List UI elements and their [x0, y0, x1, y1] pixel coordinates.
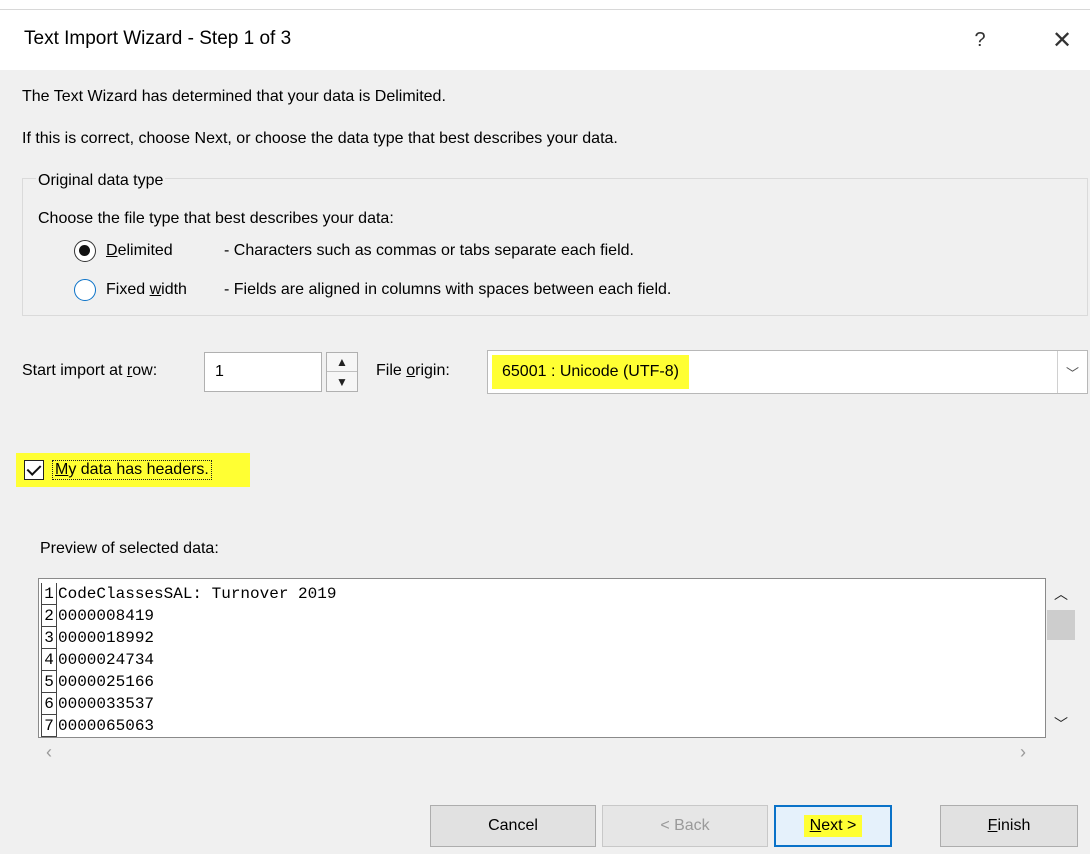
- preview-row: 6 0000033537: [41, 693, 154, 715]
- next-button-label: Next >: [803, 815, 863, 837]
- start-row-label: Start import at row:: [22, 362, 158, 379]
- intro-text: The Text Wizard has determined that your…: [22, 88, 446, 105]
- chevron-right-icon[interactable]: ›: [1020, 742, 1026, 763]
- row-number: 2: [41, 605, 57, 627]
- radio-fixed-width[interactable]: Fixed width - Fields are aligned in colu…: [74, 279, 671, 301]
- radio-delimited-indicator[interactable]: [74, 240, 96, 262]
- preview-row: 4 0000024734: [41, 649, 154, 671]
- row-text: CodeClassesSAL: Turnover 2019: [58, 585, 337, 603]
- radio-fixed-width-label: Fixed width: [106, 281, 187, 298]
- row-number: 1: [41, 583, 57, 605]
- dialog-title: Text Import Wizard - Step 1 of 3: [24, 28, 292, 49]
- background-window-strip: [0, 0, 1090, 10]
- spinner-down-icon[interactable]: ▼: [327, 372, 357, 391]
- chevron-down-icon[interactable]: ﹀: [1057, 351, 1087, 393]
- row-text: 0000018992: [58, 629, 155, 647]
- chevron-up-icon[interactable]: ︿: [1046, 582, 1076, 606]
- row-text: 0000025166: [58, 673, 155, 691]
- cancel-button[interactable]: Cancel: [430, 805, 596, 847]
- group-legend: Original data type: [36, 172, 166, 190]
- chevron-left-icon[interactable]: ‹: [46, 742, 52, 763]
- scrollbar-thumb[interactable]: [1047, 610, 1075, 640]
- close-button[interactable]: ✕: [1042, 22, 1082, 58]
- radio-delimited-description: - Characters such as commas or tabs sepa…: [224, 242, 634, 259]
- row-number: 3: [41, 627, 57, 649]
- row-text: 0000024734: [58, 651, 155, 669]
- help-button[interactable]: ?: [962, 22, 998, 58]
- headers-checkbox-label[interactable]: My data has headers.: [52, 460, 212, 480]
- start-row-input[interactable]: 1: [204, 352, 322, 392]
- row-text: 0000033537: [58, 695, 155, 713]
- file-origin-label: File origin:: [376, 362, 450, 379]
- preview-row: 7 0000065063: [41, 715, 154, 737]
- preview-row: 3 0000018992: [41, 627, 154, 649]
- spinner-up-icon[interactable]: ▲: [327, 353, 357, 372]
- radio-fixed-width-indicator[interactable]: [74, 279, 96, 301]
- headers-checkbox[interactable]: [24, 460, 44, 480]
- radio-fixed-width-description: - Fields are aligned in columns with spa…: [224, 281, 672, 298]
- radio-delimited[interactable]: Delimited - Characters such as commas or…: [74, 240, 634, 262]
- next-button[interactable]: Next >: [774, 805, 892, 847]
- data-preview[interactable]: 1 CodeClassesSAL: Turnover 2019 2 00000084…: [38, 578, 1046, 738]
- preview-row: 5 0000025166: [41, 671, 154, 693]
- row-number: 4: [41, 649, 57, 671]
- preview-row: 2 0000008419: [41, 605, 154, 627]
- horizontal-scrollbar[interactable]: ‹ ›: [38, 738, 1046, 768]
- instruction-text: If this is correct, choose Next, or choo…: [22, 130, 618, 147]
- chevron-down-icon[interactable]: ﹀: [1046, 712, 1076, 736]
- start-row-spinner[interactable]: ▲ ▼: [326, 352, 358, 392]
- file-origin-select[interactable]: 65001 : Unicode (UTF-8) ﹀: [487, 350, 1088, 394]
- preview-row: 1 CodeClassesSAL: Turnover 2019: [41, 583, 336, 605]
- row-text: 0000065063: [58, 717, 155, 735]
- preview-label: Preview of selected data:: [40, 540, 219, 557]
- finish-button[interactable]: Finish: [940, 805, 1078, 847]
- row-number: 5: [41, 671, 57, 693]
- row-number: 7: [41, 715, 57, 737]
- back-button[interactable]: < Back: [602, 805, 768, 847]
- file-origin-value: 65001 : Unicode (UTF-8): [492, 355, 689, 389]
- file-type-prompt: Choose the file type that best describes…: [38, 210, 394, 227]
- row-number: 6: [41, 693, 57, 715]
- radio-delimited-label: Delimited: [106, 242, 173, 259]
- vertical-scrollbar[interactable]: ︿ ﹀: [1046, 578, 1076, 738]
- row-text: 0000008419: [58, 607, 155, 625]
